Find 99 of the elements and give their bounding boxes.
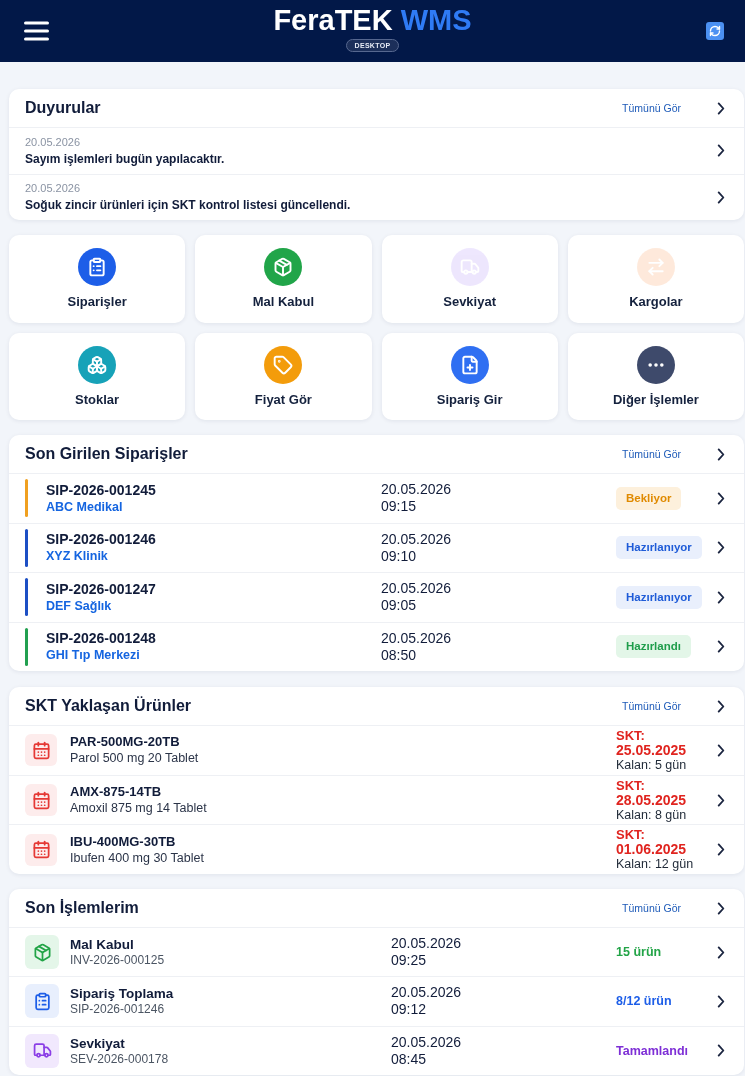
- expiry-date: 01.06.2025: [616, 842, 688, 858]
- chevron-right-icon[interactable]: [717, 995, 725, 1008]
- status-stripe: [25, 578, 28, 617]
- chevron-right-icon[interactable]: [717, 491, 725, 505]
- order-date: 20.05.2026: [381, 530, 453, 548]
- product-name: Parol 500 mg 20 Tablet: [70, 750, 200, 767]
- order-time: 09:15: [381, 498, 418, 516]
- announcement-text: Soğuk zincir ürünleri için SKT kontrol listesi güncellendi.: [25, 198, 352, 214]
- shortcut-tile[interactable]: Siparişler: [9, 235, 186, 323]
- activity-time: 09:12: [391, 1001, 428, 1019]
- order-date: 20.05.2026: [381, 481, 453, 499]
- truck-icon: [25, 1033, 59, 1068]
- chevron-right-icon[interactable]: [717, 541, 725, 555]
- chevron-right-icon[interactable]: [717, 843, 725, 857]
- section-title: Son İşlemlerim: [25, 898, 139, 918]
- section-title: Son Girilen Siparişler: [25, 444, 188, 464]
- chevron-right-icon[interactable]: [717, 743, 725, 757]
- order-number: SIP-2026-001247: [46, 580, 157, 598]
- chevron-right-icon[interactable]: [717, 447, 725, 461]
- product-name: Amoxil 875 mg 14 Tablet: [70, 800, 208, 816]
- expiry-label: SKT:: [616, 777, 646, 793]
- activity-time: 08:45: [391, 1050, 428, 1068]
- activity-time: 09:25: [391, 952, 428, 970]
- shortcut-tile[interactable]: Diğer İşlemler: [567, 332, 744, 420]
- order-number: SIP-2026-001248: [46, 630, 157, 648]
- expiry-date: 28.05.2025: [616, 792, 688, 808]
- chevron-right-icon[interactable]: [717, 945, 725, 959]
- status-stripe: [25, 479, 28, 518]
- product-code: PAR-500MG-20TB: [70, 734, 181, 751]
- shortcut-tile[interactable]: Stoklar: [9, 332, 186, 420]
- activity-date: 20.05.2026: [391, 935, 463, 953]
- chevron-right-icon[interactable]: [717, 590, 725, 604]
- order-time: 08:50: [381, 646, 418, 664]
- status-badge: Hazırlanıyor: [616, 536, 702, 560]
- expiry-date: 25.05.2025: [616, 742, 688, 758]
- expiry-label: SKT:: [616, 727, 646, 743]
- chevron-right-icon[interactable]: [717, 190, 725, 204]
- customer-name: GHI Tıp Merkezi: [46, 647, 141, 664]
- chevron-right-icon[interactable]: [717, 144, 725, 158]
- remaining-days: Kalan: 5 gün: [616, 757, 717, 773]
- chevron-right-icon[interactable]: [717, 901, 725, 915]
- app-title: FeraTEK WMS: [273, 5, 472, 35]
- activity-title: Mal Kabul: [70, 936, 135, 954]
- shortcut-tile[interactable]: Sipariş Gir: [381, 332, 558, 420]
- announcement-date: 20.05.2026: [25, 181, 82, 196]
- view-all-link[interactable]: Tümünü Gör: [622, 699, 681, 713]
- calendar-icon: [25, 734, 57, 767]
- shortcut-tile[interactable]: Fiyat Gör: [195, 332, 372, 420]
- calendar-icon: [25, 833, 57, 866]
- activity-title: Sevkiyat: [70, 1034, 126, 1052]
- activity-reference: SIP-2026-001246: [70, 1002, 166, 1018]
- view-all-link[interactable]: Tümünü Gör: [622, 447, 681, 461]
- status-badge: Hazırlandı: [616, 635, 691, 659]
- chevron-right-icon[interactable]: [717, 640, 725, 654]
- activity-result: Tamamlandı: [616, 1042, 688, 1059]
- customer-name: ABC Medikal: [46, 498, 124, 515]
- chevron-right-icon[interactable]: [717, 1044, 725, 1058]
- status-badge: Hazırlanıyor: [616, 585, 702, 609]
- activity-reference: INV-2026-000125: [70, 953, 166, 969]
- expiry-label: SKT:: [616, 827, 646, 843]
- order-number: SIP-2026-001245: [46, 481, 157, 499]
- activity-result: 15 ürün: [616, 944, 662, 961]
- menu-icon: [24, 21, 49, 41]
- status-badge: Bekliyor: [616, 486, 682, 510]
- customer-name: XYZ Klinik: [46, 548, 109, 565]
- chevron-right-icon[interactable]: [717, 699, 725, 713]
- chevron-right-icon[interactable]: [717, 101, 725, 115]
- view-all-link[interactable]: Tümünü Gör: [622, 101, 681, 115]
- shortcut-tile[interactable]: Mal Kabul: [195, 235, 372, 323]
- product-name: Ibufen 400 mg 30 Tablet: [70, 849, 205, 866]
- announcement-date: 20.05.2026: [25, 134, 82, 149]
- order-time: 09:10: [381, 547, 418, 565]
- status-stripe: [25, 528, 28, 567]
- box-icon: [25, 935, 59, 970]
- status-stripe: [25, 627, 28, 666]
- refresh-button[interactable]: [706, 22, 724, 40]
- product-code: AMX-875-14TB: [70, 784, 163, 800]
- order-number: SIP-2026-001246: [46, 531, 157, 549]
- customer-name: DEF Sağlık: [46, 597, 113, 614]
- activity-result: 8/12 ürün: [616, 993, 672, 1010]
- calendar-icon: [25, 784, 57, 816]
- activity-title: Sipariş Toplama: [70, 985, 175, 1003]
- view-all-link[interactable]: Tümünü Gör: [622, 901, 681, 915]
- activity-date: 20.05.2026: [391, 1033, 463, 1051]
- announcement-text: Sayım işlemleri bugün yapılacaktır.: [25, 151, 226, 167]
- order-date: 20.05.2026: [381, 580, 453, 598]
- remaining-days: Kalan: 8 gün: [616, 807, 717, 823]
- activity-reference: SEV-2026-000178: [70, 1051, 170, 1067]
- section-title: SKT Yaklaşan Ürünler: [25, 696, 191, 716]
- chevron-right-icon[interactable]: [717, 793, 725, 807]
- refresh-icon: [709, 25, 721, 37]
- clipboard-icon: [25, 984, 59, 1019]
- product-code: IBU-400MG-30TB: [70, 833, 177, 850]
- remaining-days: Kalan: 12 gün: [616, 857, 717, 873]
- activity-date: 20.05.2026: [391, 984, 463, 1002]
- section-title: Duyurular: [25, 98, 101, 118]
- order-time: 09:05: [381, 597, 418, 615]
- menu-button[interactable]: [24, 21, 49, 41]
- order-date: 20.05.2026: [381, 629, 453, 647]
